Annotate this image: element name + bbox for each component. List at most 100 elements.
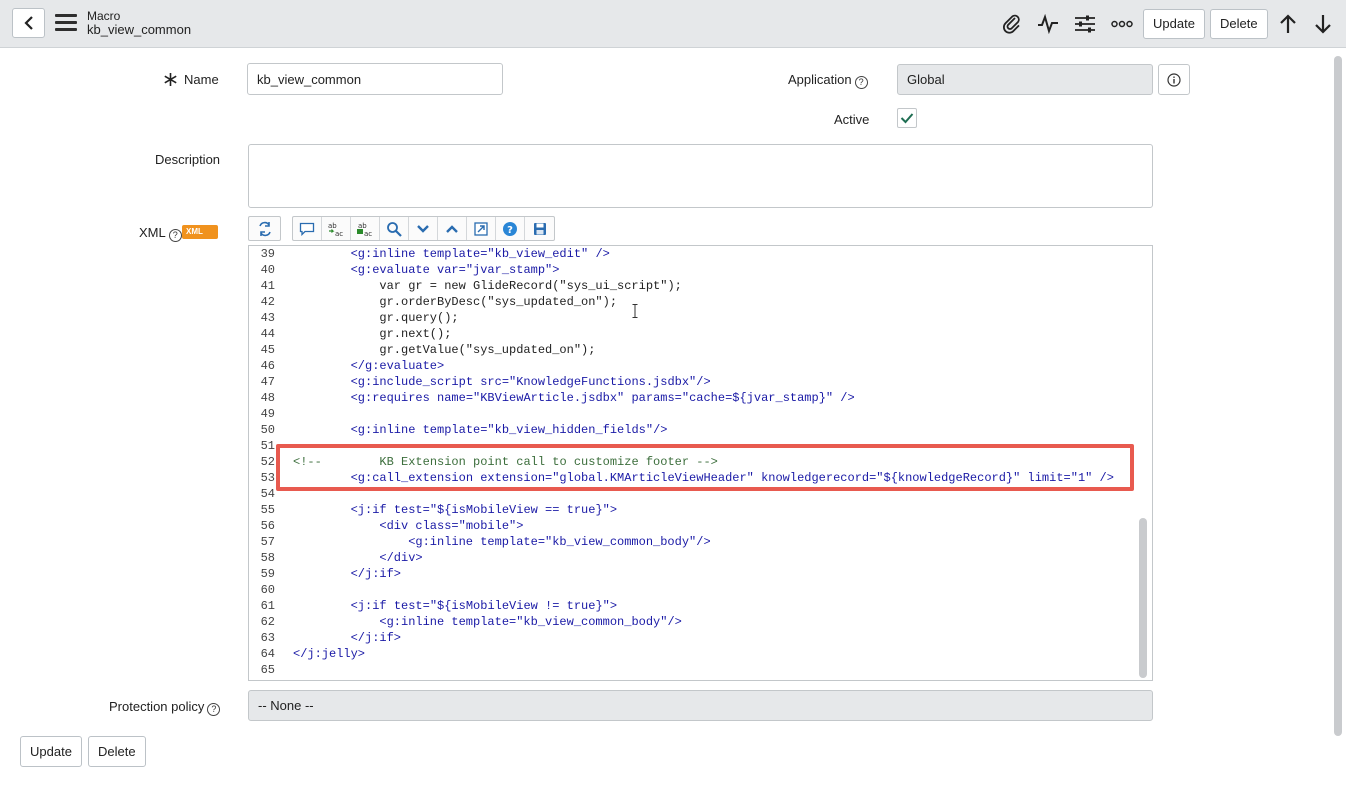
find-previous-button[interactable] <box>438 217 467 240</box>
arrow-up-icon[interactable] <box>1276 12 1300 36</box>
fullscreen-button[interactable] <box>467 217 496 240</box>
replace-all-icon: abac <box>357 222 372 237</box>
paperclip-icon[interactable] <box>1000 12 1024 36</box>
code-line: 56 <div class="mobile"> <box>249 518 1129 534</box>
code-line: 61 <j:if test="${isMobileView != true}"> <box>249 598 1129 614</box>
save-icon <box>533 222 546 235</box>
replace-all-button[interactable]: ab ac <box>351 217 380 240</box>
line-number: 54 <box>260 487 275 501</box>
code-line: 59 </j:if> <box>249 566 1129 582</box>
application-label-text: Application <box>788 72 852 87</box>
line-number: 58 <box>260 551 275 565</box>
delete-button[interactable]: Delete <box>1210 9 1268 39</box>
update-button[interactable]: Update <box>1143 9 1205 39</box>
line-number: 59 <box>260 567 275 581</box>
form-header: Macro kb_view_common Update Delete <box>0 0 1346 48</box>
line-number: 64 <box>260 647 275 661</box>
line-number: 46 <box>260 359 275 373</box>
description-label: Description <box>155 152 221 167</box>
code-text: </j:if> <box>350 567 402 581</box>
help-icon[interactable]: ? <box>168 229 182 242</box>
name-input[interactable]: kb_view_common <box>247 63 503 95</box>
line-number: 53 <box>260 471 275 485</box>
code-text: gr.orderByDesc("sys_updated_on"); <box>379 295 618 309</box>
editor-toolbar-group-1 <box>248 216 281 241</box>
save-button[interactable] <box>525 217 554 240</box>
line-number: 45 <box>260 343 275 357</box>
code-text: <j:if test="${isMobileView == true}"> <box>350 503 618 517</box>
find-next-button[interactable] <box>409 217 438 240</box>
active-checkbox[interactable] <box>897 108 917 128</box>
line-number: 48 <box>260 391 275 405</box>
active-label: Active <box>834 112 870 127</box>
code-text: <g:requires name="KBViewArticle.jsdbx" p… <box>350 391 855 405</box>
replace-icon: abac <box>328 222 343 237</box>
code-line: 62 <g:inline template="kb_view_common_bod… <box>249 614 1129 630</box>
code-line: 60 <box>249 582 1129 598</box>
code-text: <g:inline template="kb_view_hidden_field… <box>350 423 668 437</box>
xml-label-text: XML <box>139 225 166 240</box>
help-button[interactable]: ? <box>496 217 525 240</box>
expand-icon <box>474 221 488 236</box>
line-number: 47 <box>260 375 275 389</box>
help-icon[interactable]: ? <box>207 703 221 716</box>
description-textarea[interactable] <box>248 144 1153 208</box>
application-label: Application? <box>788 72 868 89</box>
application-field: Global <box>897 64 1153 95</box>
editor-toolbar-group-2: ab ac ab ac ? <box>292 216 555 241</box>
code-line: 63 </j:if> <box>249 630 1129 646</box>
code-text: gr.next(); <box>379 327 452 341</box>
code-line: 58 </div> <box>249 550 1129 566</box>
code-text: gr.getValue("sys_updated_on"); <box>379 343 596 357</box>
line-number: 44 <box>260 327 275 341</box>
line-number: 40 <box>260 263 275 277</box>
footer-delete-button[interactable]: Delete <box>88 736 146 767</box>
line-number: 51 <box>260 439 275 453</box>
record-type: Macro <box>87 9 121 23</box>
help-icon[interactable]: ? <box>854 76 868 89</box>
code-line: 39 <g:inline template="kb_view_edit" /> <box>249 246 1129 262</box>
search-button[interactable] <box>380 217 409 240</box>
replace-button[interactable]: ab ac <box>322 217 351 240</box>
code-text: <g:include_script src="KnowledgeFunction… <box>350 375 711 389</box>
code-line: 57 <g:inline template="kb_view_common_bod… <box>249 534 1129 550</box>
protection-policy-label: Protection policy? <box>109 699 221 716</box>
protection-policy-label-text: Protection policy <box>109 699 205 714</box>
personalize-form-icon[interactable] <box>1073 12 1097 36</box>
arrow-down-icon[interactable] <box>1311 12 1335 36</box>
page-scrollbar[interactable] <box>1334 56 1342 736</box>
comment-button[interactable] <box>293 217 322 240</box>
record-name: kb_view_common <box>87 22 192 37</box>
svg-text:ab: ab <box>328 222 337 230</box>
editor-scrollbar[interactable] <box>1139 518 1147 678</box>
info-icon <box>1167 72 1181 87</box>
context-menu-icon[interactable] <box>55 14 77 32</box>
line-number: 39 <box>260 247 275 261</box>
line-number: 60 <box>260 583 275 597</box>
xml-badge: XML <box>182 225 218 239</box>
code-line: 50 <g:inline template="kb_view_hidden_fie… <box>249 422 1129 438</box>
application-info-button[interactable] <box>1158 64 1190 95</box>
code-line: 44 gr.next(); <box>249 326 1129 342</box>
line-number: 55 <box>260 503 275 517</box>
line-number: 56 <box>260 519 275 533</box>
svg-text:?: ? <box>507 225 513 236</box>
format-code-button[interactable] <box>249 217 280 240</box>
search-icon <box>387 221 402 237</box>
footer-update-button[interactable]: Update <box>20 736 82 767</box>
activity-icon[interactable] <box>1036 12 1060 36</box>
line-number: 65 <box>260 663 275 677</box>
code-line: 46 </g:evaluate> <box>249 358 1129 374</box>
code-line: 55 <j:if test="${isMobileView == true}"> <box>249 502 1129 518</box>
highlight-annotation-box <box>276 444 1134 491</box>
code-line: 48 <g:requires name="KBViewArticle.jsdbx"… <box>249 390 1129 406</box>
back-button[interactable] <box>12 8 45 38</box>
protection-policy-select[interactable]: -- None -- <box>248 690 1153 721</box>
code-text: </j:if> <box>350 631 402 645</box>
chevron-left-icon <box>23 16 33 30</box>
code-text: <div class="mobile"> <box>379 519 524 533</box>
line-number: 62 <box>260 615 275 629</box>
code-line: 64 </j:jelly> <box>249 646 1129 662</box>
code-line: 47 <g:include_script src="KnowledgeFuncti… <box>249 374 1129 390</box>
more-options-icon[interactable] <box>1110 12 1134 36</box>
